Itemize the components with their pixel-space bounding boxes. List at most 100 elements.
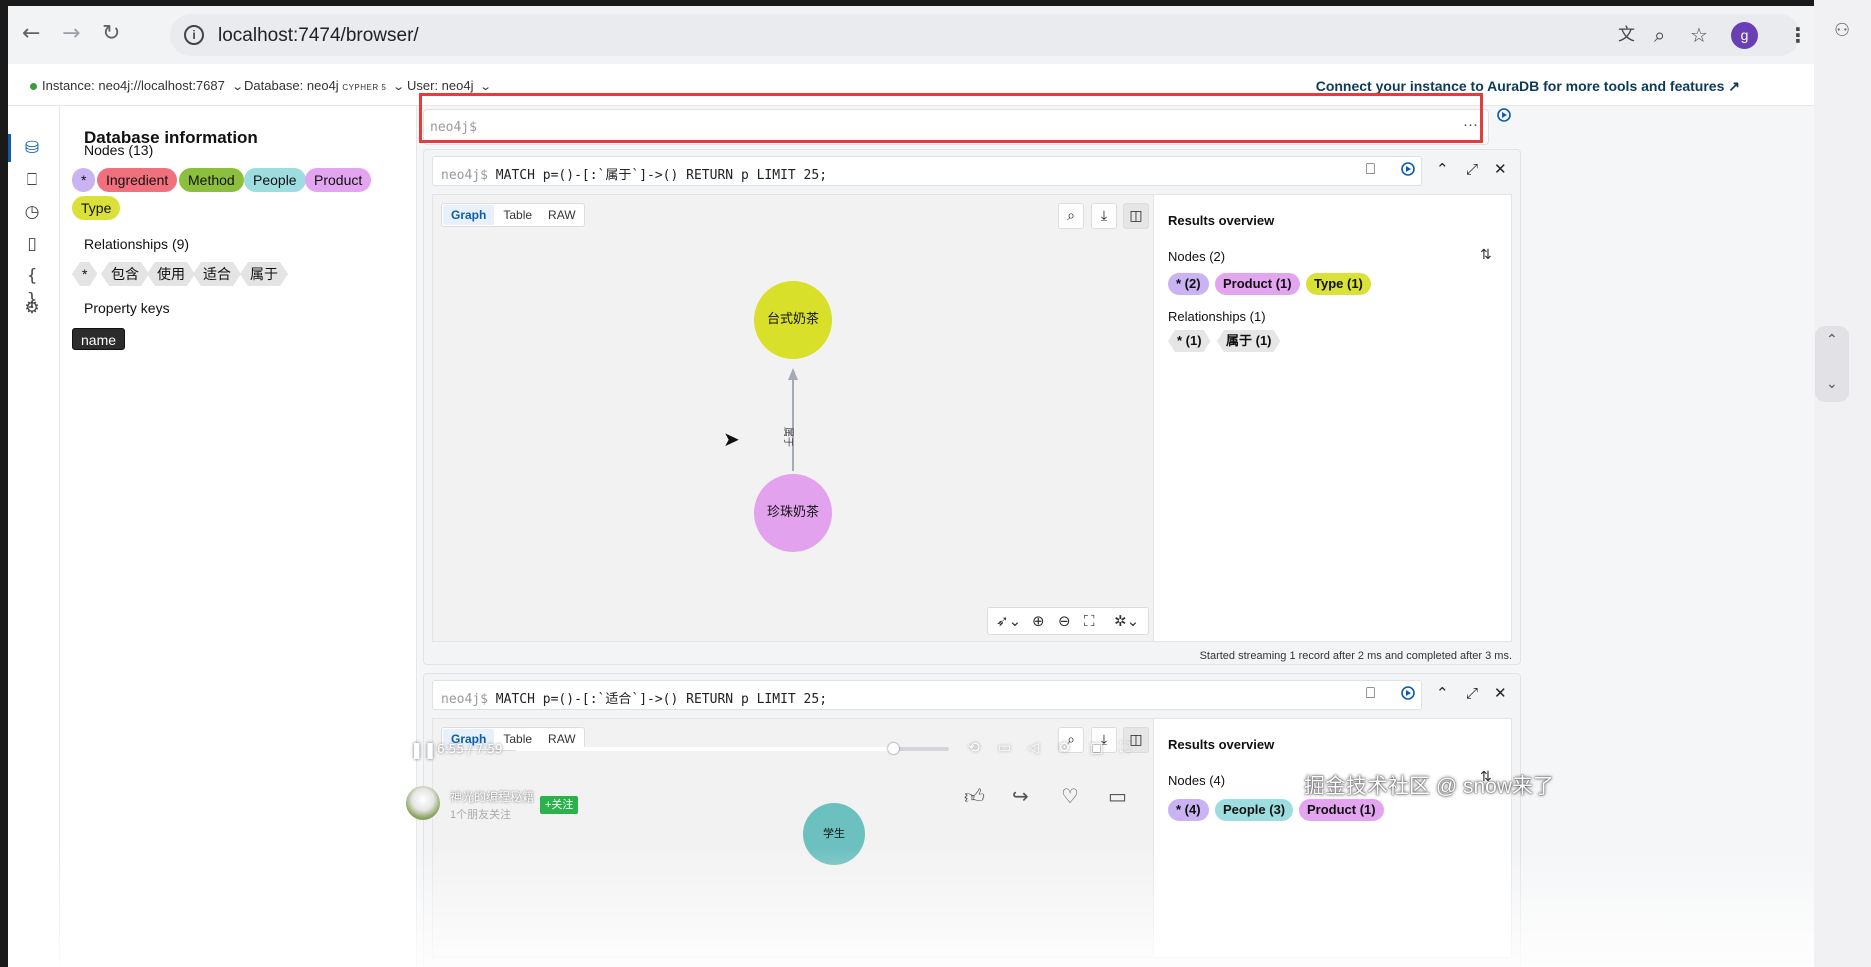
sort-icon[interactable]: ⇅: [1480, 247, 1492, 263]
collapse-icon[interactable]: ⌃: [1436, 160, 1449, 178]
video-time: 6:55 / 7:59: [437, 742, 503, 756]
layout-options-icon[interactable]: ✲⌄: [1114, 612, 1139, 630]
account-icon[interactable]: ⚇: [1834, 20, 1850, 41]
rerun-icon[interactable]: [1399, 684, 1417, 702]
chevron-down-icon: ⌄: [392, 81, 406, 93]
select-mode-icon[interactable]: ➶⌄: [996, 612, 1021, 630]
pip-icon[interactable]: ▣: [1090, 740, 1103, 756]
user-selector[interactable]: User: neo4j ⌄: [407, 78, 493, 93]
scroll-down-icon[interactable]: ⌄: [1826, 376, 1838, 392]
property-key-pill[interactable]: name: [72, 328, 126, 350]
url-text[interactable]: localhost:7474/browser/: [218, 25, 419, 47]
more-options-icon[interactable]: ···: [1463, 116, 1478, 133]
close-frame-icon[interactable]: ✕: [1494, 160, 1507, 178]
fit-to-screen-icon[interactable]: ⛶: [1084, 612, 1095, 630]
zoom-in-icon[interactable]: ⊕: [1032, 612, 1045, 630]
overview-node-pill[interactable]: * (2): [1168, 273, 1209, 295]
menu-kebab-icon[interactable]: ⋮: [1788, 25, 1808, 45]
danmaku-icon[interactable]: ▭: [998, 740, 1011, 756]
share-icon[interactable]: ↪: [1012, 784, 1029, 808]
database-selector[interactable]: Database: neo4j CYPHER 5 ⌄: [244, 78, 406, 93]
node-label-pill[interactable]: People: [244, 168, 306, 192]
site-info-icon[interactable]: i: [184, 25, 204, 45]
overview-relationships-title: Relationships (1): [1168, 309, 1266, 324]
relationship-type-pill[interactable]: 包含: [101, 262, 149, 286]
follow-button[interactable]: +关注: [540, 796, 579, 814]
zoom-icon[interactable]: ⌕: [1654, 25, 1665, 45]
relationship-type-pill[interactable]: *: [72, 262, 97, 286]
volume-icon[interactable]: ◁: [1028, 740, 1039, 756]
profile-avatar[interactable]: g: [1731, 22, 1758, 49]
graph-node[interactable]: 台式奶茶: [754, 281, 832, 359]
cypher-editor[interactable]: neo4j$ ···: [423, 109, 1489, 145]
overview-relationship-pill[interactable]: 属于 (1): [1217, 330, 1281, 352]
frame-query-bar[interactable]: neo4j$ MATCH p=()-[:`属于`]->() RETURN p L…: [432, 156, 1422, 186]
comment-icon[interactable]: ▭: [1108, 784, 1127, 808]
bookmark-star-icon[interactable]: ☆: [1690, 25, 1708, 45]
save-bookmark-icon[interactable]: ⎕: [1366, 684, 1375, 702]
overview-node-pill[interactable]: Product (1): [1299, 799, 1384, 821]
overview-title: Results overview: [1168, 213, 1275, 228]
overview-nodes-title: Nodes (4): [1168, 773, 1226, 788]
frame-query-text: MATCH p=()-[:`适合`]->() RETURN p LIMIT 25…: [495, 692, 828, 707]
nodes-section-title: Nodes (13): [84, 142, 154, 158]
auradb-link[interactable]: Connect your instance to AuraDB for more…: [1316, 78, 1740, 95]
browser-window: ← → ↻ i localhost:7474/browser/ 文 ⌕ ☆ g …: [8, 6, 1814, 967]
replay-icon[interactable]: ⟲: [968, 740, 980, 756]
fullscreen-video-icon[interactable]: ⛶: [1120, 740, 1130, 756]
seek-knob[interactable]: [887, 743, 899, 754]
relationship-type-pill[interactable]: 适合: [193, 262, 241, 286]
overview-nodes-title: Nodes (2): [1168, 249, 1226, 264]
node-label-pill[interactable]: Ingredient: [97, 168, 178, 192]
rerun-icon[interactable]: [1399, 160, 1417, 178]
save-bookmark-icon[interactable]: ⎕: [1366, 160, 1375, 178]
author-name[interactable]: 神光的编程秘籍: [450, 788, 534, 805]
guides-book-icon[interactable]: ▯: [20, 232, 44, 256]
frame-status: Started streaming 1 record after 2 ms an…: [1199, 650, 1512, 662]
fullscreen-icon[interactable]: ⤢: [1466, 160, 1478, 178]
reload-icon[interactable]: ↻: [102, 23, 120, 45]
overview-node-pill[interactable]: * (4): [1168, 799, 1209, 821]
instance-selector[interactable]: Instance: neo4j://localhost:7687 ⌄: [30, 78, 244, 93]
favorite-heart-icon[interactable]: ♡: [1061, 784, 1079, 808]
database-icon[interactable]: ⛁: [20, 136, 44, 160]
overview-node-pill[interactable]: Type (1): [1306, 273, 1371, 295]
graph-node[interactable]: 珍珠奶茶: [754, 474, 832, 552]
relationship-type-pill[interactable]: 属于: [240, 262, 288, 286]
translate-icon[interactable]: 文: [1618, 25, 1635, 45]
active-indicator: [8, 134, 11, 162]
overview-node-pill[interactable]: Product (1): [1215, 273, 1300, 295]
video-seek-bar[interactable]: [515, 743, 949, 754]
scroll-up-icon[interactable]: ⌃: [1826, 332, 1838, 348]
run-query-icon[interactable]: [1495, 106, 1521, 142]
node-label-pill[interactable]: Type: [72, 196, 121, 220]
close-frame-icon[interactable]: ✕: [1494, 684, 1507, 702]
node-label-pill[interactable]: *: [72, 168, 96, 192]
author-avatar[interactable]: [406, 786, 440, 820]
address-bar[interactable]: i localhost:7474/browser/: [170, 14, 1800, 56]
connection-status-icon: [30, 83, 37, 91]
pause-icon[interactable]: ❚❚: [410, 740, 437, 759]
video-settings-icon[interactable]: ⚙: [1058, 740, 1071, 756]
overview-node-pill[interactable]: People (3): [1215, 799, 1294, 821]
frame-query-text: MATCH p=()-[:`属于`]->() RETURN p LIMIT 25…: [495, 168, 828, 183]
collapse-icon[interactable]: ⌃: [1436, 684, 1449, 702]
editor-prompt: neo4j$: [430, 120, 477, 135]
graph-visualization[interactable]: Graph Table RAW ⌕ ⤓ ◫ 属于 台式奶茶 珍珠奶茶 ➤ ➶⌄ …: [432, 194, 1154, 642]
like-icon[interactable]: 👍︎: [964, 784, 985, 809]
node-label-pill[interactable]: Product: [305, 168, 372, 192]
cypher-braces-icon[interactable]: { }: [20, 264, 44, 310]
overview-relationship-pill[interactable]: * (1): [1168, 330, 1211, 352]
relationship-edge[interactable]: 属于: [433, 195, 1155, 643]
history-clock-icon[interactable]: ◷: [20, 200, 44, 224]
forward-icon[interactable]: →: [62, 23, 80, 45]
back-icon[interactable]: ←: [22, 23, 40, 45]
database-label: Database: neo4j: [244, 78, 339, 93]
relationship-type-pill[interactable]: 使用: [147, 262, 195, 286]
frame-query-bar[interactable]: neo4j$ MATCH p=()-[:`适合`]->() RETURN p L…: [432, 680, 1422, 710]
fullscreen-icon[interactable]: ⤢: [1466, 684, 1478, 702]
zoom-out-icon[interactable]: ⊖: [1058, 612, 1071, 630]
node-label-pill[interactable]: Method: [179, 168, 244, 192]
favorites-bookmark-icon[interactable]: ⎕: [20, 168, 44, 192]
settings-gear-icon[interactable]: ⚙: [20, 296, 44, 320]
